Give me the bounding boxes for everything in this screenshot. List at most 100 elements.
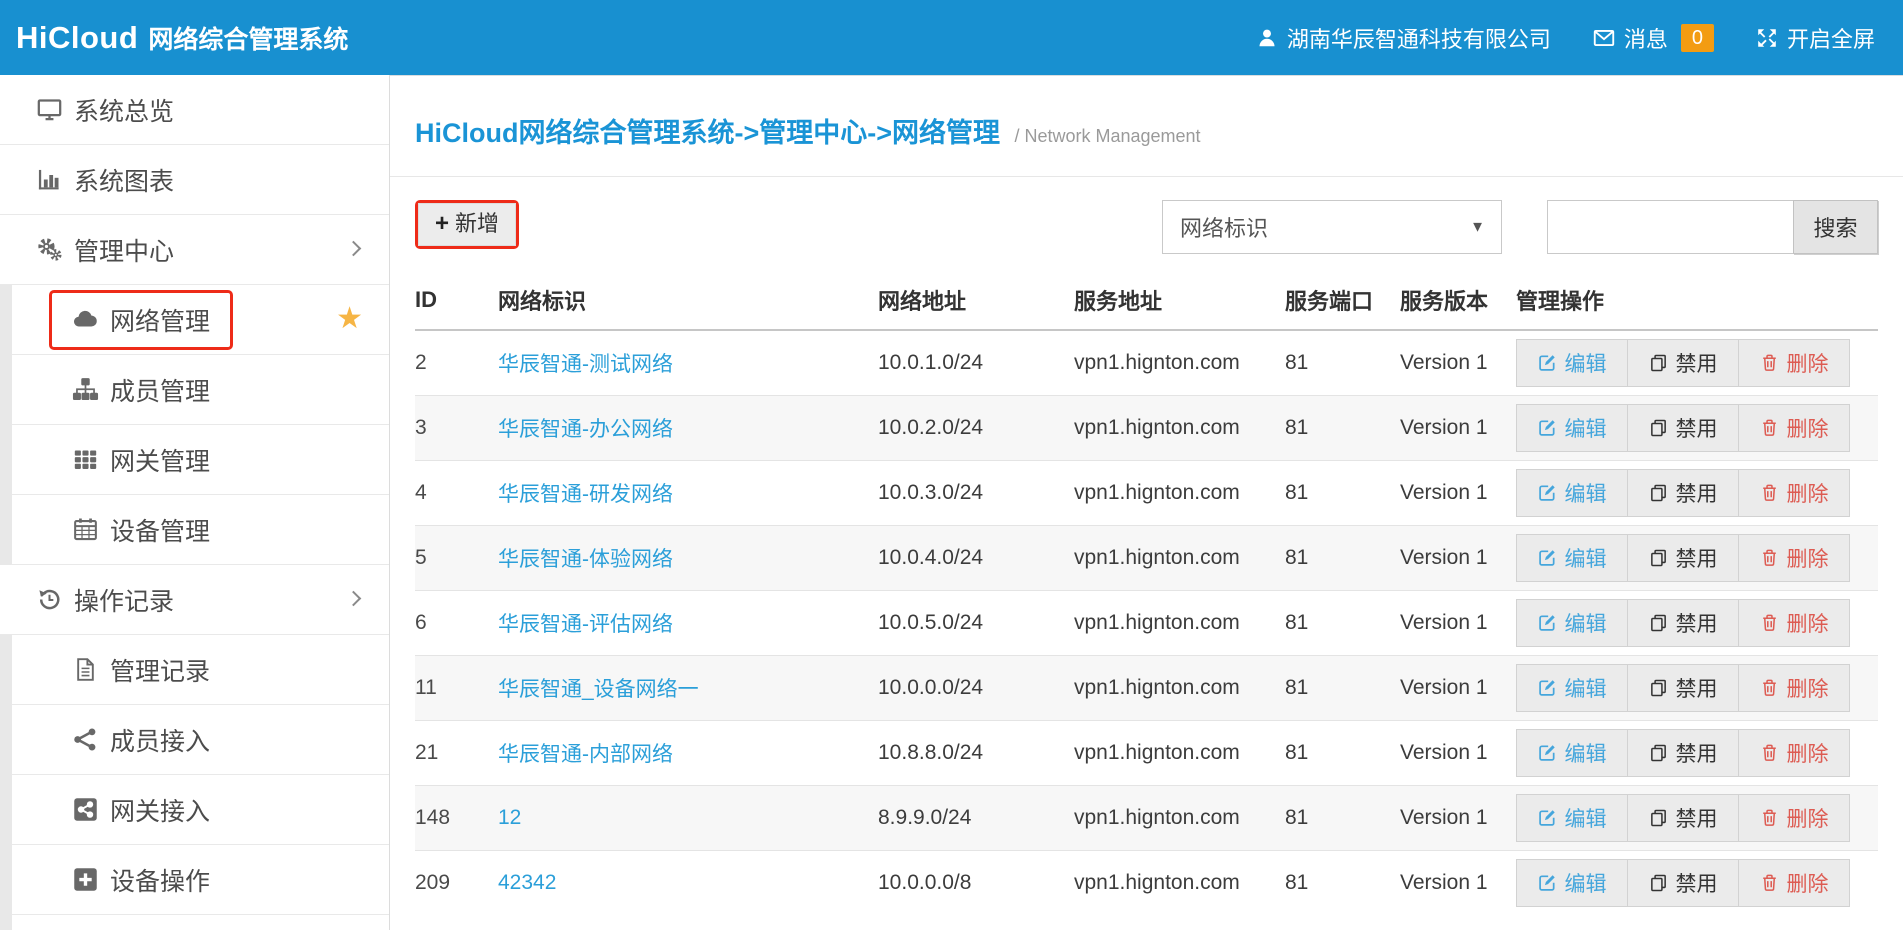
clone-ban-icon [1649,353,1668,372]
cell-server-version: Version 1 [1400,720,1516,785]
disable-button[interactable]: 禁用 [1627,339,1739,387]
cell-server-address: vpn1.hignton.com [1074,525,1285,590]
disable-button[interactable]: 禁用 [1627,404,1739,452]
messages-menu[interactable]: 消息 0 [1593,22,1714,54]
edit-button[interactable]: 编辑 [1516,599,1628,647]
sidebar-item[interactable]: 设备操作 [0,845,389,915]
cell-server-port: 81 [1285,850,1400,915]
network-name-link[interactable]: 42342 [498,871,556,894]
disable-button[interactable]: 禁用 [1627,859,1739,907]
sidebar-item-label: 系统总览 [74,92,174,128]
network-name-link[interactable]: 华辰智通-测试网络 [498,353,673,376]
cell-server-address: vpn1.hignton.com [1074,785,1285,850]
trash-icon [1760,678,1779,697]
sidebar-item[interactable]: 管理中心 [0,215,389,285]
edit-button[interactable]: 编辑 [1516,534,1628,582]
trash-icon [1760,613,1779,632]
network-name-link[interactable]: 华辰智通-内部网络 [498,743,673,766]
search-button[interactable]: 搜索 [1793,200,1878,254]
disable-button[interactable]: 禁用 [1627,729,1739,777]
disable-button[interactable]: 禁用 [1627,469,1739,517]
edit-pencil-icon [1538,548,1557,567]
delete-button[interactable]: 删除 [1738,534,1850,582]
edit-button[interactable]: 编辑 [1516,469,1628,517]
table-row: 2 华辰智通-测试网络 10.0.1.0/24 vpn1.hignton.com… [415,330,1878,395]
row-actions: 编辑 禁用 删除 [1516,404,1878,452]
sidebar-item-label: 网络管理 [110,302,210,338]
sidebar-item[interactable]: 网关管理 [0,425,389,495]
cell-network-address: 10.8.8.0/24 [878,720,1074,785]
sidebar-item-label: 网关接入 [110,792,210,828]
network-name-link[interactable]: 华辰智通_设备网络一 [498,678,699,701]
cell-server-address: vpn1.hignton.com [1074,720,1285,785]
cell-server-address: vpn1.hignton.com [1074,850,1285,915]
edit-button[interactable]: 编辑 [1516,794,1628,842]
disable-button[interactable]: 禁用 [1627,664,1739,712]
sidebar-item[interactable]: 成员管理 [0,355,389,425]
network-name-link[interactable]: 华辰智通-评估网络 [498,613,673,636]
edit-button[interactable]: 编辑 [1516,339,1628,387]
breadcrumb-subtitle: / Network Management [1014,126,1200,146]
cell-server-port: 81 [1285,720,1400,785]
network-name-link[interactable]: 华辰智通-体验网络 [498,548,673,571]
delete-button[interactable]: 删除 [1738,729,1850,777]
disable-button[interactable]: 禁用 [1627,534,1739,582]
network-name-link[interactable]: 12 [498,806,521,829]
clone-ban-icon [1649,873,1668,892]
cell-server-port: 81 [1285,460,1400,525]
row-actions: 编辑 禁用 删除 [1516,469,1878,517]
sidebar-item[interactable]: 设备管理 [0,495,389,565]
search-input[interactable] [1547,200,1793,254]
cell-id: 209 [415,850,498,915]
sidebar-item[interactable]: 网络管理 ★ [0,285,389,355]
disable-button[interactable]: 禁用 [1627,599,1739,647]
cell-server-version: Version 1 [1400,525,1516,590]
cell-server-version: Version 1 [1400,460,1516,525]
cell-server-port: 81 [1285,590,1400,655]
sidebar-item[interactable]: 操作记录 [0,565,389,635]
sidebar-item-label: 系统图表 [74,162,174,198]
edit-button[interactable]: 编辑 [1516,404,1628,452]
sidebar-item[interactable]: 成员接入 [0,705,389,775]
envelope-icon [1593,27,1615,49]
fullscreen-toggle[interactable]: 开启全屏 [1756,22,1875,54]
sidebar-item[interactable]: 系统图表 [0,145,389,215]
desktop-icon [36,96,63,123]
topbar-right: 湖南华辰智通科技有限公司 消息 0 开启全屏 [1256,22,1875,54]
disable-button[interactable]: 禁用 [1627,794,1739,842]
sidebar-item[interactable]: 系统总览 [0,75,389,145]
cell-id: 6 [415,590,498,655]
delete-button[interactable]: 删除 [1738,599,1850,647]
filter-select[interactable]: 网络标识 ▼ [1162,200,1502,254]
gears-icon [36,236,63,263]
add-button[interactable]: + 新增 [418,203,516,246]
delete-button[interactable]: 删除 [1738,469,1850,517]
edit-button[interactable]: 编辑 [1516,859,1628,907]
caret-down-icon: ▼ [1470,219,1485,236]
cell-server-address: vpn1.hignton.com [1074,330,1285,395]
add-button-annotation: + 新增 [415,200,519,249]
sidebar-item-label: 网关管理 [110,442,210,478]
delete-button[interactable]: 删除 [1738,404,1850,452]
cell-id: 4 [415,460,498,525]
chevron-right-icon [346,590,362,606]
network-name-link[interactable]: 华辰智通-办公网络 [498,418,673,441]
sidebar-item[interactable] [0,915,389,930]
delete-button[interactable]: 删除 [1738,664,1850,712]
delete-button[interactable]: 删除 [1738,859,1850,907]
sidebar-item[interactable]: 管理记录 [0,635,389,705]
delete-button[interactable]: 删除 [1738,339,1850,387]
sidebar-item[interactable]: 网关接入 [0,775,389,845]
cell-id: 5 [415,525,498,590]
company-menu[interactable]: 湖南华辰智通科技有限公司 [1256,22,1551,54]
sidebar: 系统总览 系统图表 管理中心 [0,75,390,930]
edit-pencil-icon [1538,418,1557,437]
cell-server-version: Version 1 [1400,330,1516,395]
clone-ban-icon [1649,613,1668,632]
cell-network-address: 10.0.5.0/24 [878,590,1074,655]
edit-pencil-icon [1538,873,1557,892]
delete-button[interactable]: 删除 [1738,794,1850,842]
edit-button[interactable]: 编辑 [1516,664,1628,712]
network-name-link[interactable]: 华辰智通-研发网络 [498,483,673,506]
edit-button[interactable]: 编辑 [1516,729,1628,777]
